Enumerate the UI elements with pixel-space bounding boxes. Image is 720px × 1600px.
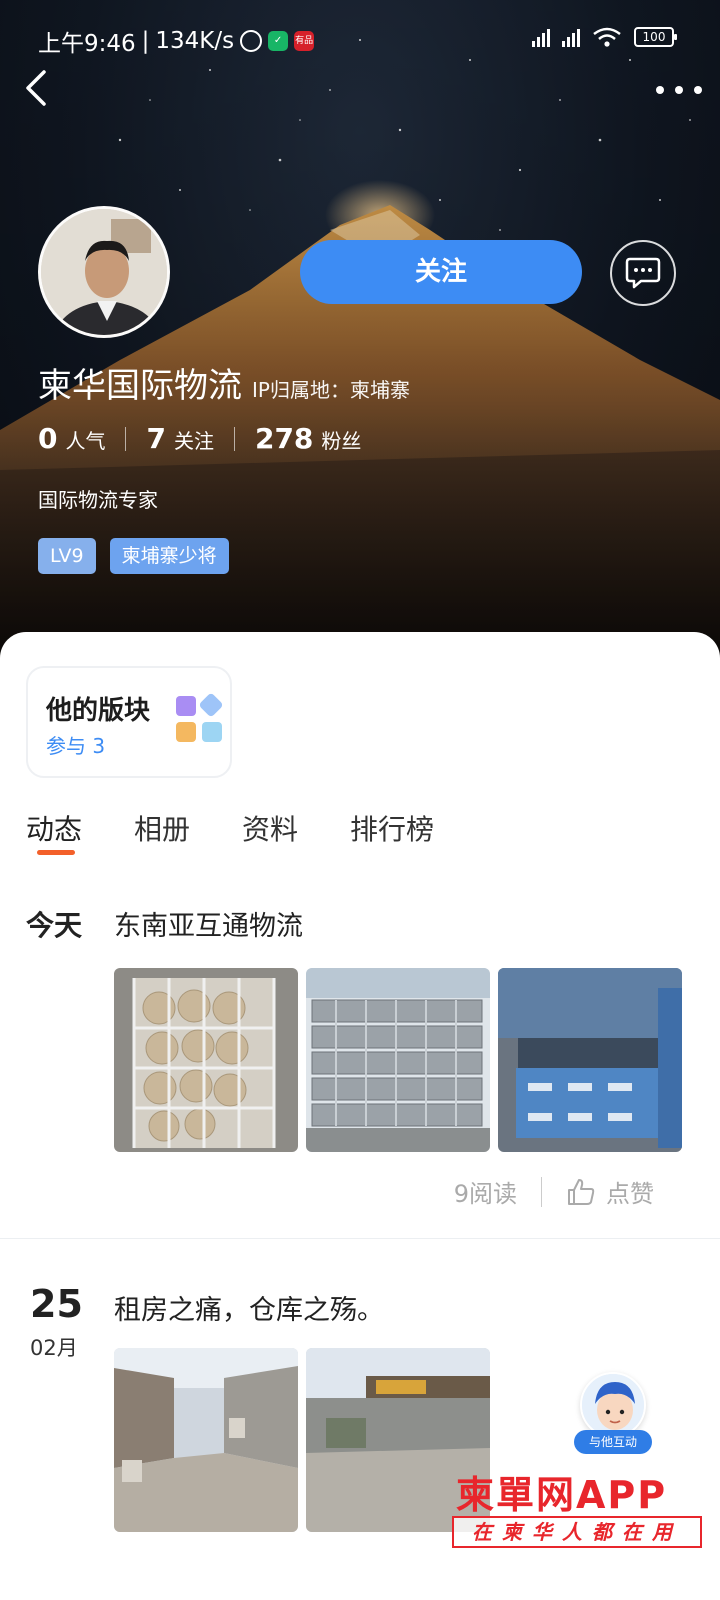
stat-value: 278 bbox=[254, 422, 314, 455]
wifi-icon bbox=[593, 27, 621, 47]
alarm-icon bbox=[240, 30, 263, 52]
board-card[interactable]: 他的版块 参与 3 bbox=[26, 666, 232, 778]
tab-bar: 动态 相册 资料 排行榜 bbox=[26, 808, 434, 848]
content-panel: 他的版块 参与 3 动态 相册 资料 排行榜 今天 东南亚互通物流 9阅读 点赞… bbox=[0, 632, 720, 1600]
message-icon bbox=[625, 257, 661, 289]
battery-icon: 100 bbox=[634, 27, 677, 47]
youpin-icon: 有品 bbox=[294, 31, 315, 51]
post-image[interactable] bbox=[114, 968, 298, 1152]
post-image[interactable] bbox=[306, 968, 490, 1152]
like-icon bbox=[568, 1178, 595, 1205]
stat-divider bbox=[125, 426, 127, 451]
post-image[interactable] bbox=[114, 1348, 298, 1532]
watermark-sub: 在柬华人都在用 bbox=[452, 1516, 702, 1548]
stat-following[interactable]: 7 关注 bbox=[146, 422, 213, 455]
profile-header: 上午9:46 | 134K/s ✓ 有品 100 关注 柬华国际物流 IP归属地… bbox=[0, 0, 720, 680]
status-time: 上午9:46 bbox=[38, 31, 136, 57]
badges: LV9 柬埔寨少将 bbox=[38, 538, 229, 574]
cage-cargo-photo bbox=[114, 968, 298, 1152]
like-button[interactable]: 点赞 bbox=[566, 1174, 654, 1209]
tab-album[interactable]: 相册 bbox=[134, 808, 190, 848]
post-date: 今天 bbox=[26, 909, 83, 942]
tab-ranking[interactable]: 排行榜 bbox=[350, 808, 434, 848]
interact-label: 与他互动 bbox=[574, 1430, 652, 1454]
stat-divider bbox=[233, 426, 235, 451]
aluminum-ingots-photo bbox=[306, 968, 490, 1152]
cartoon-avatar-icon bbox=[580, 1372, 646, 1438]
more-icon[interactable] bbox=[656, 78, 702, 102]
level-badge[interactable]: LV9 bbox=[38, 538, 96, 574]
header-overlay bbox=[0, 0, 720, 680]
post-day: 25 bbox=[30, 1282, 83, 1326]
message-button[interactable] bbox=[610, 240, 676, 306]
stat-value: 7 bbox=[146, 422, 166, 455]
signal-icon-2 bbox=[562, 27, 580, 47]
board-grid-icon bbox=[176, 692, 224, 744]
user-name: 柬华国际物流 bbox=[38, 366, 242, 406]
stat-value: 0 bbox=[38, 422, 58, 455]
tab-feed[interactable]: 动态 bbox=[26, 808, 82, 848]
status-bar: 上午9:46 | 134K/s ✓ 有品 100 bbox=[0, 0, 720, 78]
status-separator: | bbox=[141, 28, 150, 54]
stat-label: 人气 bbox=[65, 429, 106, 453]
post-footer: 9阅读 点赞 bbox=[454, 1174, 654, 1209]
board-title: 他的版块 bbox=[46, 696, 151, 726]
stat-fans[interactable]: 278 粉丝 bbox=[255, 422, 361, 455]
ip-location: IP归属地：柬埔寨 bbox=[252, 378, 410, 402]
post-title[interactable]: 东南亚互通物流 bbox=[114, 904, 303, 943]
like-label: 点赞 bbox=[606, 1180, 654, 1208]
avatar[interactable] bbox=[38, 206, 170, 338]
app-watermark: 柬單网APP 在柬华人都在用 bbox=[452, 1464, 702, 1564]
post-image[interactable] bbox=[498, 968, 682, 1152]
post-images bbox=[114, 968, 682, 1152]
status-left: 上午9:46 | 134K/s ✓ 有品 bbox=[38, 24, 315, 58]
post-divider bbox=[0, 1238, 720, 1239]
signal-icon bbox=[532, 27, 550, 47]
name-row: 柬华国际物流 IP归属地：柬埔寨 bbox=[38, 358, 410, 407]
watermark-main: 柬單网APP bbox=[456, 1473, 668, 1517]
status-network-speed: 134K/s bbox=[155, 28, 235, 54]
stat-label: 关注 bbox=[173, 429, 214, 453]
tab-profile-info[interactable]: 资料 bbox=[242, 808, 298, 848]
stats-row: 0 人气 7 关注 278 粉丝 bbox=[38, 422, 361, 455]
read-count: 9阅读 bbox=[453, 1180, 517, 1208]
post-images bbox=[114, 1348, 490, 1532]
title-badge[interactable]: 柬埔寨少将 bbox=[109, 538, 229, 574]
footer-divider bbox=[541, 1176, 542, 1207]
post-month: 02月 bbox=[30, 1336, 78, 1360]
stat-label: 粉丝 bbox=[321, 429, 362, 453]
interact-button[interactable]: 与他互动 bbox=[574, 1372, 652, 1454]
board-count: 参与 3 bbox=[46, 734, 106, 758]
follow-button[interactable]: 关注 bbox=[300, 240, 582, 304]
status-right: 100 bbox=[532, 26, 677, 48]
post-title[interactable]: 租房之痛，仓库之殇。 bbox=[114, 1288, 384, 1327]
cartoon-face bbox=[582, 1374, 644, 1436]
shield-icon: ✓ bbox=[268, 31, 289, 51]
back-icon[interactable] bbox=[16, 64, 60, 112]
stat-popularity[interactable]: 0 人气 bbox=[38, 422, 105, 455]
active-tab-indicator bbox=[37, 850, 75, 855]
avatar-photo bbox=[41, 209, 167, 335]
pallet-goods-photo bbox=[498, 968, 682, 1152]
bio: 国际物流专家 bbox=[38, 488, 158, 512]
street-photo bbox=[114, 1348, 298, 1532]
